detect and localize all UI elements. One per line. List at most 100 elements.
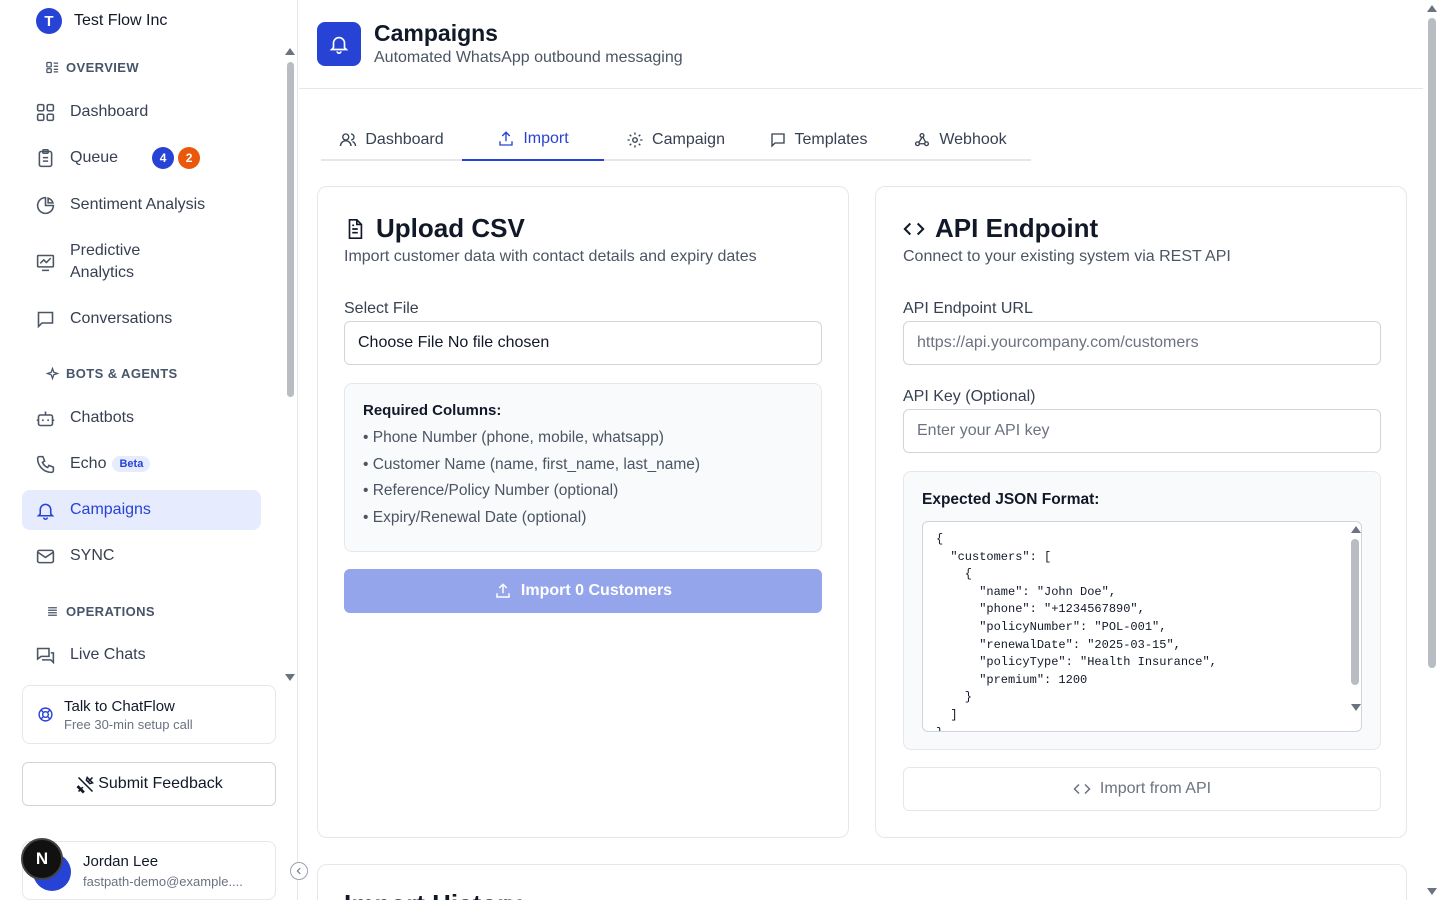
list-item: • Expiry/Renewal Date (optional) [363, 508, 587, 526]
sidebar-item-echo[interactable]: Echo Beta [22, 451, 261, 477]
json-sample: { "customers": [ { "name": "John Doe", "… [936, 532, 1217, 731]
api-url-label: API Endpoint URL [903, 300, 1033, 317]
upload-icon [496, 583, 510, 598]
tab-label: Campaign [652, 130, 725, 148]
sidebar-item-sync[interactable]: SYNC [22, 543, 261, 569]
page-scroll-down-icon[interactable] [1427, 888, 1437, 895]
import-history-card: Import History [317, 864, 1407, 900]
sidebar-scroll-down-icon[interactable] [285, 674, 295, 681]
user-name: Jordan Lee [83, 853, 159, 870]
sidebar-item-campaigns[interactable]: Campaigns [22, 490, 261, 530]
file-text-icon [348, 218, 363, 239]
bot-icon [36, 411, 55, 426]
sidebar-item-live-chats[interactable]: Live Chats [22, 642, 261, 668]
api-key-input[interactable] [903, 409, 1381, 453]
sidebar-item-chatbots[interactable]: Chatbots [22, 405, 261, 431]
queue-alert-badge: 2 [178, 147, 201, 169]
file-status: No file chosen [447, 334, 550, 351]
sidebar-item-sentiment[interactable]: Sentiment Analysis [22, 192, 261, 218]
tab-import[interactable]: Import [462, 118, 604, 161]
tab-webhook[interactable]: Webhook [889, 118, 1031, 161]
tab-label: Dashboard [365, 130, 444, 148]
page-scrollbar[interactable] [1428, 18, 1436, 668]
sidebar-item-label: Conversations [70, 310, 173, 327]
json-format-box: Expected JSON Format: { "customers": [ {… [903, 471, 1381, 750]
sidebar-item-dashboard[interactable]: Dashboard [22, 99, 261, 125]
sidebar: T Test Flow Inc OVERVIEW Dashboard Queue… [0, 0, 308, 900]
bell-icon [36, 503, 55, 520]
messages-icon [36, 647, 55, 664]
beta-badge: Beta [112, 456, 151, 472]
tools-icon [76, 775, 95, 793]
api-title: API Endpoint [903, 213, 1098, 244]
api-url-input[interactable] [903, 321, 1381, 365]
import-button-label: Import 0 Customers [520, 582, 673, 599]
list-icon [48, 607, 57, 616]
org-switcher[interactable]: T Test Flow Inc [36, 8, 167, 34]
predictive-line-1: Predictive [70, 242, 141, 259]
import-from-api-button[interactable]: Import from API [903, 767, 1381, 811]
sidebar-scrollbar[interactable] [287, 62, 294, 397]
code-icon [903, 222, 925, 235]
tab-label: Import [523, 129, 569, 147]
json-scrollbar[interactable] [1351, 539, 1359, 685]
sidebar-item-label: Live Chats [70, 646, 146, 663]
page-scroll-up-icon[interactable] [1427, 5, 1437, 12]
mail-icon [36, 549, 55, 563]
section-bots-agents: BOTS & AGENTS [45, 366, 178, 381]
campaigns-header-icon [317, 22, 361, 66]
phone-icon [36, 455, 55, 473]
sidebar-item-label: Chatbots [70, 409, 135, 426]
upload-title: Upload CSV [344, 213, 525, 244]
tab-dashboard[interactable]: Dashboard [321, 118, 462, 161]
sidebar-item-label: Campaigns [70, 501, 151, 518]
sidebar-item-label: Queue [70, 149, 119, 166]
list-item: • Phone Number (phone, mobile, whatsapp) [363, 429, 664, 446]
file-input[interactable]: Choose File No file chosen [344, 321, 822, 365]
code-icon [1073, 783, 1091, 795]
users-icon [340, 132, 357, 146]
org-name: Test Flow Inc [74, 12, 168, 29]
org-logo: T [36, 8, 62, 34]
sidebar-item-queue[interactable]: Queue 4 2 [22, 145, 261, 171]
sidebar-item-conversations[interactable]: Conversations [22, 306, 261, 332]
tab-templates[interactable]: Templates [747, 118, 889, 161]
import-customers-button[interactable]: Import 0 Customers [344, 569, 822, 613]
grid-icon [36, 103, 55, 121]
json-scroll-down-icon[interactable] [1351, 704, 1361, 711]
tab-label: Webhook [939, 130, 1007, 148]
message-square-icon [37, 311, 54, 328]
section-overview-label: OVERVIEW [66, 60, 140, 75]
sidebar-scroll-up-icon[interactable] [285, 48, 295, 55]
upload-title-text: Upload CSV [376, 213, 525, 243]
bell-icon [329, 36, 349, 54]
talk-subtitle: Free 30-min setup call [64, 716, 193, 732]
sidebar-item-predictive[interactable]: Predictive Analytics [22, 239, 261, 285]
list-item: • Reference/Policy Number (optional) [363, 482, 619, 499]
json-scroll-up-icon[interactable] [1351, 526, 1361, 533]
feedback-label: Submit Feedback [98, 775, 223, 792]
upload-csv-card: Upload CSV Import customer data with con… [317, 186, 849, 838]
page-title: Campaigns [374, 20, 498, 46]
trend-chart-icon [36, 254, 55, 271]
json-format-title: Expected JSON Format: [922, 491, 1100, 508]
nextjs-dev-badge[interactable]: N [21, 838, 63, 880]
upload-icon [499, 130, 514, 146]
json-sample-textarea[interactable]: { "customers": [ { "name": "John Doe", "… [922, 521, 1362, 732]
user-email: fastpath-demo@example.... [83, 874, 243, 889]
api-subtitle: Connect to your existing system via REST… [903, 248, 1231, 265]
section-operations-label: OPERATIONS [66, 604, 155, 619]
sidebar-item-label: SYNC [70, 547, 115, 564]
talk-to-chatflow-card[interactable]: Talk to ChatFlow Free 30-min setup call [22, 685, 276, 744]
submit-feedback-button[interactable]: Submit Feedback [22, 762, 276, 806]
import-api-label: Import from API [1099, 780, 1212, 797]
import-history-title: Import History [344, 889, 522, 900]
choose-file-button[interactable]: Choose File [358, 334, 443, 352]
gear-icon [627, 132, 643, 147]
list-item: • Customer Name (name, first_name, last_… [363, 455, 701, 473]
section-operations: OPERATIONS [45, 604, 155, 619]
upload-subtitle: Import customer data with contact detail… [344, 248, 757, 265]
tab-campaign[interactable]: Campaign [604, 118, 747, 161]
queue-count-badge: 4 [152, 147, 175, 169]
lifebuoy-icon [38, 707, 53, 722]
